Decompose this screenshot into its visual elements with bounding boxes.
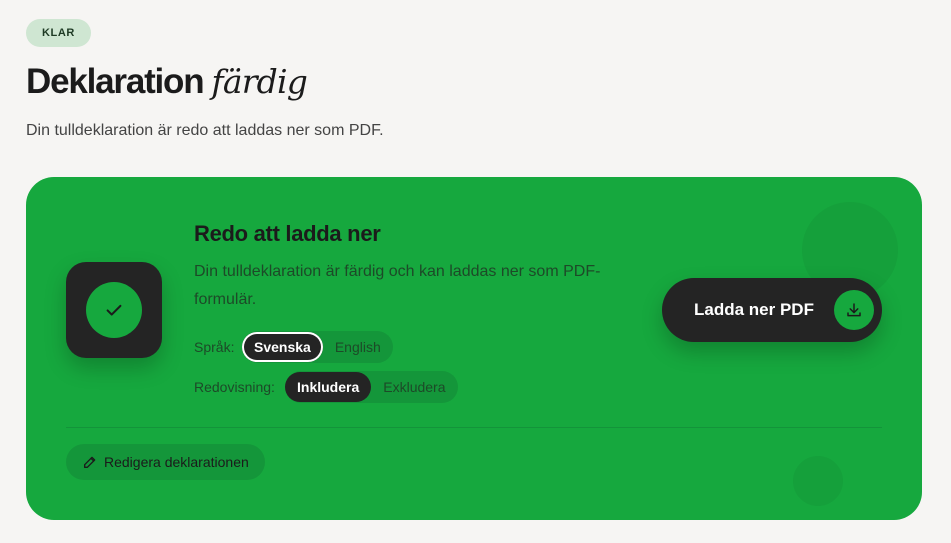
disclosure-option-exkludera[interactable]: Exkludera [371, 372, 457, 402]
card-divider [66, 427, 882, 428]
download-icon-circle [834, 290, 874, 330]
check-circle [86, 282, 142, 338]
edit-declaration-label: Redigera deklarationen [104, 454, 249, 470]
download-card: Redo att ladda ner Din tulldeklaration ä… [26, 177, 922, 520]
card-description: Din tulldeklaration är färdig och kan la… [194, 263, 601, 308]
decorative-circle-small [793, 456, 843, 506]
download-pdf-label: Ladda ner PDF [694, 300, 814, 319]
check-icon [106, 304, 122, 316]
edit-declaration-button[interactable]: Redigera deklarationen [66, 444, 265, 480]
pencil-icon [84, 456, 96, 468]
download-pdf-button[interactable]: Ladda ner PDF [662, 278, 882, 342]
page-subtitle: Din tulldeklaration är redo att laddas n… [26, 122, 384, 139]
language-option-svenska[interactable]: Svenska [242, 332, 323, 362]
page-title: Deklaration färdig [26, 62, 308, 102]
language-label: Språk: [194, 339, 235, 355]
page-title-accent: färdig [211, 62, 308, 101]
language-option-english[interactable]: English [323, 332, 393, 362]
language-toggle: Svenska English [242, 331, 393, 363]
card-title: Redo att ladda ner [194, 221, 381, 246]
status-badge: KLAR [26, 19, 91, 47]
download-icon [847, 303, 861, 317]
page-title-main: Deklaration [26, 62, 205, 101]
status-icon-tile [66, 262, 162, 358]
disclosure-option-inkludera[interactable]: Inkludera [285, 372, 372, 402]
disclosure-label: Redovisning: [194, 379, 275, 395]
disclosure-toggle: Inkludera Exkludera [285, 371, 458, 403]
